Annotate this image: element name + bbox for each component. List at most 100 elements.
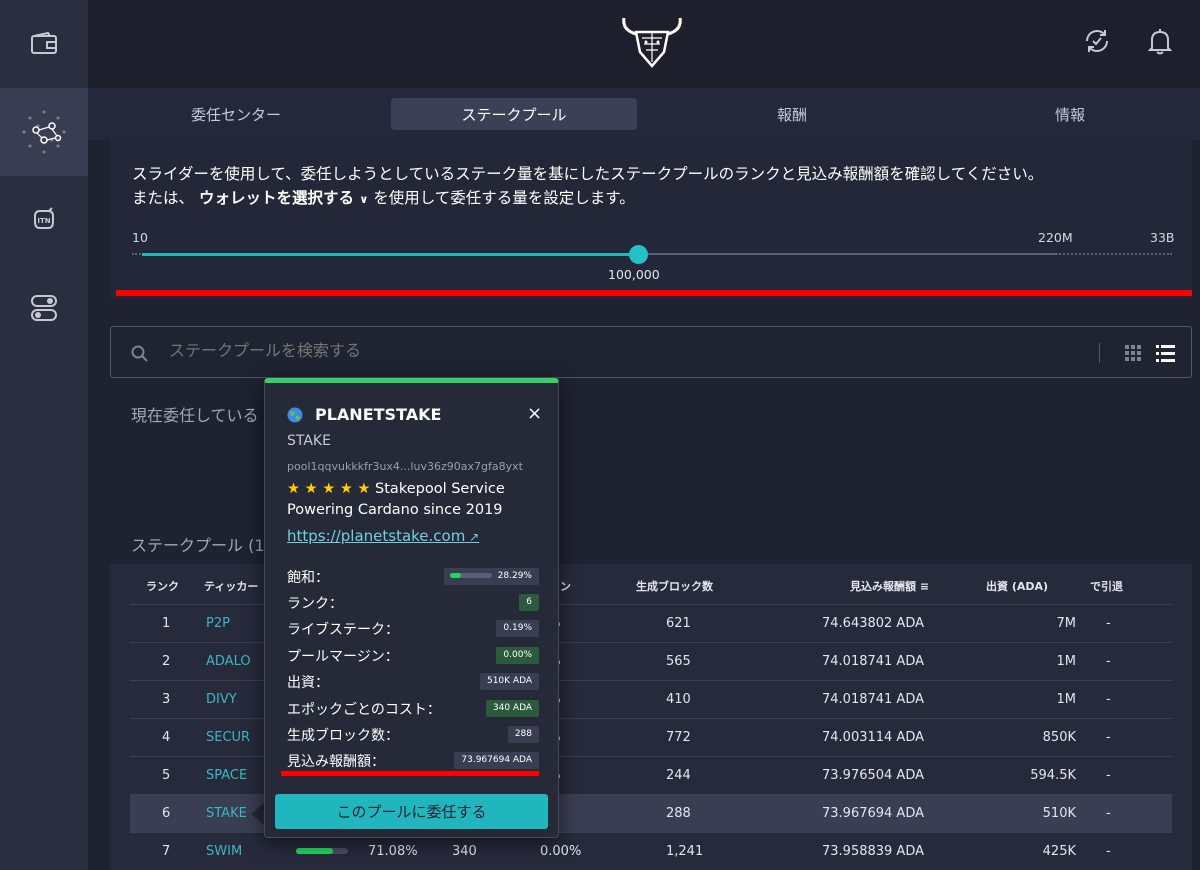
pool-id[interactable]: pool1qqvukkkfr3ux4...luv36z90ax7gfa8yxt bbox=[287, 460, 523, 473]
cell-retiring: - bbox=[1106, 844, 1111, 859]
stat-pledge: 出資： 510K ADA bbox=[287, 670, 539, 692]
sidebar-item-settings[interactable] bbox=[0, 264, 88, 352]
popup-caret bbox=[251, 803, 264, 825]
chevron-down-icon: ∨ bbox=[359, 193, 369, 206]
notifications-button[interactable] bbox=[1147, 28, 1173, 60]
globe-icon bbox=[287, 407, 303, 423]
cell-ticker[interactable]: ADALO bbox=[206, 654, 251, 669]
cost-label: エポックごとのコスト： bbox=[287, 702, 441, 718]
itn-icon-label: ITN bbox=[37, 217, 50, 225]
stat-margin: プールマージン： 0.00% bbox=[287, 644, 539, 666]
sidebar-item-wallets[interactable] bbox=[0, 0, 88, 88]
itn-icon: ITN bbox=[34, 207, 54, 229]
stat-live-stake: ライブステーク： 0.19% bbox=[287, 617, 539, 639]
cell-blocks: 244 bbox=[666, 768, 691, 783]
cell-rewards: 74.018741 ADA bbox=[822, 692, 925, 707]
rewards-value: 73.967694 ADA bbox=[454, 752, 539, 769]
cell-ticker[interactable]: STAKE bbox=[206, 806, 247, 821]
toggle-settings-icon bbox=[31, 295, 57, 321]
saturation-badge: 28.29% bbox=[443, 568, 539, 585]
select-wallet-link[interactable]: ウォレットを選択する ∨ bbox=[199, 189, 368, 207]
search-bar bbox=[110, 326, 1192, 378]
cell-rank: 3 bbox=[162, 692, 171, 707]
header-ticker[interactable]: ティッカー bbox=[204, 578, 258, 594]
cell-pledge: 850K bbox=[1042, 730, 1076, 745]
stat-rewards: 見込み報酬額： 73.967694 ADA bbox=[287, 749, 539, 771]
wallet-icon bbox=[31, 32, 57, 54]
cell-pledge: 1M bbox=[1056, 692, 1077, 707]
cell-retiring: - bbox=[1106, 654, 1111, 669]
header-blocks[interactable]: 生成ブロック数 bbox=[636, 578, 713, 594]
grid-view-icon[interactable] bbox=[1125, 345, 1142, 362]
description-line-2: Powering Cardano since 2019 bbox=[287, 502, 503, 518]
header-pledge[interactable]: 出資 (ADA) bbox=[986, 578, 1048, 594]
cell-pledge: 1M bbox=[1056, 654, 1077, 669]
tab-delegation-center[interactable]: 委任センター bbox=[97, 98, 375, 130]
tab-info[interactable]: 情報 bbox=[931, 98, 1200, 130]
pledge-value: 510K ADA bbox=[479, 673, 539, 690]
slider-thumb[interactable] bbox=[629, 245, 648, 264]
cell-ticker[interactable]: SPACE bbox=[206, 768, 247, 783]
sync-button[interactable] bbox=[1084, 28, 1110, 58]
sidebar-item-staking[interactable] bbox=[0, 88, 88, 176]
saturation-label: 飽和： bbox=[287, 570, 329, 586]
stat-blocks: 生成ブロック数： 288 bbox=[287, 723, 539, 745]
cell-saturation: 71.08% bbox=[368, 844, 418, 859]
tab-stake-pools[interactable]: ステークプール bbox=[391, 98, 637, 130]
header-retiring[interactable]: で引退 bbox=[1090, 578, 1123, 594]
pool-ticker: STAKE bbox=[287, 433, 331, 449]
stake-pools-count-label: ステークプール (1 bbox=[131, 536, 265, 555]
cell-ticker[interactable]: SECUR bbox=[206, 730, 250, 745]
header-rewards-label: 見込み報酬額 bbox=[850, 580, 916, 593]
cell-cost: 340 bbox=[452, 844, 477, 859]
delegate-to-pool-button[interactable]: このプールに委任する bbox=[275, 794, 548, 829]
stat-saturation: 飽和： 28.29% bbox=[287, 565, 539, 587]
tab-bar: 委任センター ステークプール 報酬 情報 bbox=[88, 88, 1200, 140]
header-rank[interactable]: ランク bbox=[146, 578, 179, 594]
pool-url: https://planetstake.com bbox=[287, 527, 466, 545]
saturation-value: 28.29% bbox=[497, 571, 532, 581]
cell-rewards: 74.643802 ADA bbox=[822, 616, 925, 631]
cell-ticker[interactable]: P2P bbox=[206, 616, 230, 631]
header-margin[interactable]: ン bbox=[560, 578, 571, 594]
cell-rank: 5 bbox=[162, 768, 171, 783]
cell-ticker[interactable]: SWIM bbox=[206, 844, 242, 859]
rank-label: ランク： bbox=[287, 596, 343, 612]
stat-cost: エポックごとのコスト： 340 ADA bbox=[287, 697, 539, 719]
cell-rewards: 73.958839 ADA bbox=[822, 844, 925, 859]
cell-rewards: 73.976504 ADA bbox=[822, 768, 925, 783]
header-rewards[interactable]: 見込み報酬額 ≡ bbox=[850, 578, 929, 594]
blocks-label: 生成ブロック数： bbox=[287, 728, 399, 744]
intro-line-2-suffix: を使用して委任する量を設定します。 bbox=[368, 189, 635, 207]
cell-rank: 1 bbox=[162, 616, 171, 631]
cell-rewards: 74.018741 ADA bbox=[822, 654, 925, 669]
stake-slider-panel: スライダーを使用して、委任しようとしているステーク量を基にしたステークプールのラ… bbox=[110, 140, 1192, 298]
slider-mid-label: 220M bbox=[1038, 230, 1073, 245]
pool-url-link[interactable]: https://planetstake.com ↗ bbox=[287, 527, 479, 545]
slider-fill bbox=[142, 253, 640, 256]
external-link-icon: ↗ bbox=[465, 530, 480, 544]
close-icon[interactable]: × bbox=[527, 403, 542, 424]
slider-max-label: 33B bbox=[1150, 230, 1175, 245]
sidebar-item-itn[interactable]: ITN bbox=[0, 176, 88, 264]
cell-pledge: 425K bbox=[1042, 844, 1076, 859]
cell-ticker[interactable]: DIVY bbox=[206, 692, 237, 707]
list-view-icon[interactable] bbox=[1156, 345, 1175, 362]
margin-label: プールマージン： bbox=[287, 649, 399, 665]
slider-value: 100,000 bbox=[608, 267, 660, 282]
tab-rewards[interactable]: 報酬 bbox=[653, 98, 931, 130]
pool-description: ★ ★ ★ ★ ★ Stakepool Service Powering Car… bbox=[287, 479, 547, 521]
search-divider bbox=[1099, 343, 1100, 363]
cell-rank: 7 bbox=[162, 844, 171, 859]
description-line-1: Stakepool Service bbox=[375, 481, 505, 497]
search-icon bbox=[131, 345, 148, 362]
cost-value: 340 ADA bbox=[485, 700, 539, 717]
cell-retiring: - bbox=[1106, 692, 1111, 707]
slider-track-right bbox=[640, 253, 1058, 255]
cell-blocks: 565 bbox=[666, 654, 691, 669]
intro-line-1: スライダーを使用して、委任しようとしているステーク量を基にしたステークプールのラ… bbox=[132, 165, 1044, 183]
search-input[interactable] bbox=[169, 341, 869, 360]
saturation-bar bbox=[449, 573, 492, 578]
sync-check-icon bbox=[1086, 30, 1108, 52]
cell-rank: 6 bbox=[162, 806, 171, 821]
